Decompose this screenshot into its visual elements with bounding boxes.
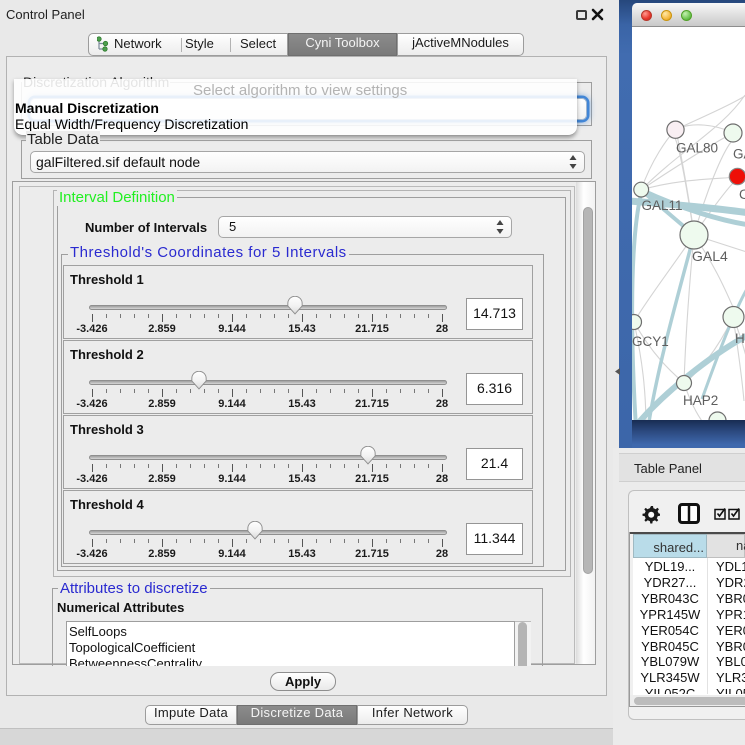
svg-text:GAL1: GAL1 [733,147,745,162]
svg-text:GCY1: GCY1 [632,334,669,349]
svg-text:HAP2: HAP2 [683,393,718,408]
svg-text:GAL11: GAL11 [642,198,683,213]
svg-text:CDC: CDC [739,187,745,202]
svg-text:GAL80: GAL80 [676,141,718,156]
svg-text:GAL4: GAL4 [692,248,728,264]
svg-text:HIS: HIS [735,331,745,346]
